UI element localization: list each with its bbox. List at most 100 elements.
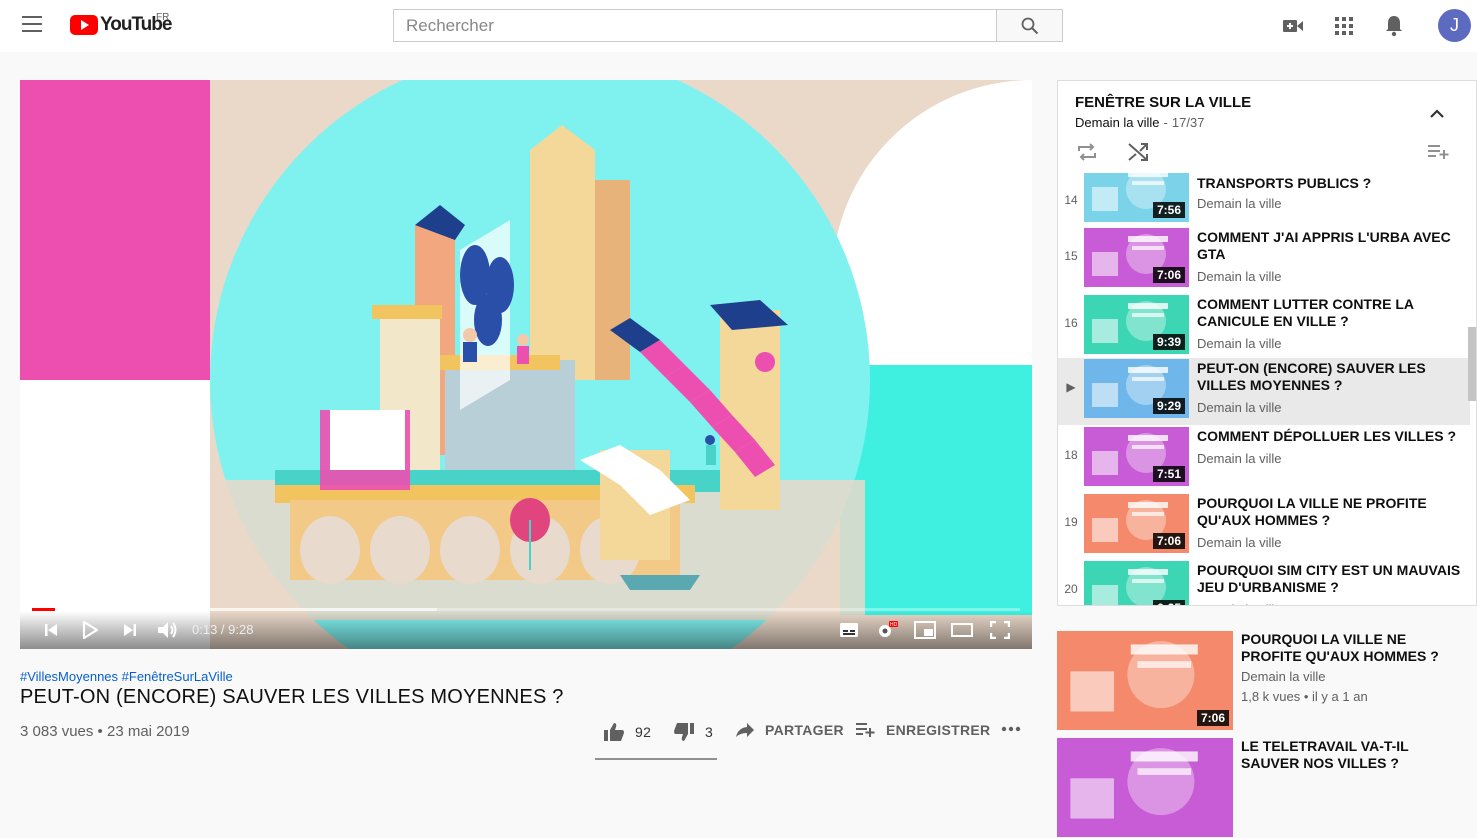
playlist-item-title[interactable]: COMMENT J'AI APPRIS L'URBA AVEC GTA xyxy=(1197,229,1462,263)
sentiment-bar xyxy=(595,758,717,760)
apps-grid-icon[interactable] xyxy=(1332,14,1356,38)
fullscreen-icon[interactable] xyxy=(988,619,1012,641)
playlist-item-duration: 6:25 xyxy=(1152,600,1185,605)
search-icon xyxy=(1021,17,1038,34)
shuffle-icon[interactable] xyxy=(1126,140,1150,164)
playlist-item-thumbnail[interactable]: 9:29 xyxy=(1084,359,1189,418)
related-video[interactable]: LE TELETRAVAIL VA-T-IL SAUVER NOS VILLES… xyxy=(1057,738,1477,838)
related-video[interactable]: 7:06 POURQUOI LA VILLE NE PROFITE QU'AUX … xyxy=(1057,631,1477,731)
theater-mode-icon[interactable] xyxy=(950,619,974,641)
playlist-item-duration: 7:06 xyxy=(1152,533,1185,549)
playlist-item-title[interactable]: COMMENT LUTTER CONTRE LA CANICULE EN VIL… xyxy=(1197,296,1462,330)
subtitles-icon[interactable] xyxy=(837,619,861,641)
like-button[interactable]: 92 xyxy=(603,722,651,742)
thumbs-up-icon xyxy=(604,723,624,741)
notifications-bell-icon[interactable] xyxy=(1382,14,1406,38)
related-video-title[interactable]: LE TELETRAVAIL VA-T-IL SAUVER NOS VILLES… xyxy=(1241,738,1466,772)
share-arrow-icon xyxy=(736,723,754,737)
view-count-date: 3 083 vues • 23 mai 2019 xyxy=(20,723,190,740)
playlist-item-thumbnail[interactable]: 7:06 xyxy=(1084,494,1189,553)
menu-icon[interactable] xyxy=(22,16,42,32)
playlist-item-duration: 7:56 xyxy=(1152,202,1185,218)
more-actions-icon[interactable] xyxy=(1001,726,1021,732)
playlist-item-duration: 9:39 xyxy=(1152,334,1185,350)
playlist-item-index: 16 xyxy=(1064,316,1078,330)
collapse-chevron-icon[interactable] xyxy=(1425,101,1449,125)
volume-icon[interactable] xyxy=(156,619,180,641)
playlist-subtitle: Demain la ville -17/37 xyxy=(1075,115,1204,130)
playlist-item-channel: Demain la ville xyxy=(1197,535,1282,550)
related-video-channel[interactable]: Demain la ville xyxy=(1241,669,1326,684)
previous-icon[interactable] xyxy=(39,619,63,641)
playlist-item-title[interactable]: TRANSPORTS PUBLICS ? xyxy=(1197,175,1462,192)
related-video-meta: 1,8 k vues • il y a 1 an xyxy=(1241,689,1368,704)
playlist-item-channel: Demain la ville xyxy=(1197,400,1282,415)
thumbs-down-icon xyxy=(674,723,694,741)
playlist-item[interactable]: ▶ 9:29 PEUT-ON (ENCORE) SAUVER LES VILLES … xyxy=(1058,358,1470,425)
playlist-item-index: 20 xyxy=(1064,582,1078,596)
playlist-item-duration: 9:29 xyxy=(1152,398,1185,414)
svg-text:HD: HD xyxy=(890,622,898,628)
playlist-separator: - xyxy=(1163,115,1168,130)
playlist-item[interactable]: 18 7:51 COMMENT DÉPOLLUER LES VILLES ? Dema… xyxy=(1058,426,1470,493)
search-input[interactable]: Rechercher xyxy=(393,9,996,42)
playlist-item-index: ▶ xyxy=(1066,380,1076,394)
playlist-header: FENÊTRE SUR LA VILLE Demain la ville -17/… xyxy=(1058,81,1476,173)
playlist-item-index: 14 xyxy=(1064,193,1078,207)
playlist-item-channel: Demain la ville xyxy=(1197,196,1282,211)
related-video-thumbnail[interactable] xyxy=(1057,738,1233,837)
playlist-position: 17/37 xyxy=(1171,115,1205,130)
playlist-scrollbar[interactable] xyxy=(1468,327,1476,401)
video-player[interactable]: 0:13 / 9:28 HD xyxy=(20,80,1032,649)
playlist-item-title[interactable]: POURQUOI SIM CITY EST UN MAUVAIS JEU D'U… xyxy=(1197,562,1462,596)
related-video-thumbnail[interactable]: 7:06 xyxy=(1057,631,1233,730)
time-display: 0:13 / 9:28 xyxy=(192,622,254,637)
playlist-item-title[interactable]: COMMENT DÉPOLLUER LES VILLES ? xyxy=(1197,428,1462,445)
playlist-item-title[interactable]: PEUT-ON (ENCORE) SAUVER LES VILLES MOYEN… xyxy=(1197,360,1462,394)
playlist-item-channel: Demain la ville xyxy=(1197,269,1282,284)
playlist-item[interactable]: 19 7:06 POURQUOI LA VILLE NE PROFITE QU'AU… xyxy=(1058,493,1470,560)
playlist-item[interactable]: 15 7:06 COMMENT J'AI APPRIS L'URBA AVEC GT… xyxy=(1058,227,1470,294)
playlist-item-thumbnail[interactable]: 9:39 xyxy=(1084,295,1189,354)
playlist-save-icon[interactable] xyxy=(1427,140,1451,164)
playlist-channel[interactable]: Demain la ville xyxy=(1075,115,1160,130)
play-icon[interactable] xyxy=(78,619,102,641)
video-frame-illustration xyxy=(20,80,1032,649)
settings-gear-icon[interactable]: HD xyxy=(875,619,899,641)
playlist-title[interactable]: FENÊTRE SUR LA VILLE xyxy=(1075,94,1251,111)
playlist-item-title[interactable]: POURQUOI LA VILLE NE PROFITE QU'AUX HOMM… xyxy=(1197,495,1462,529)
playlist-panel: 14 7:56 TRANSPORTS PUBLICS ? Demain la vill… xyxy=(1057,80,1477,606)
search-button[interactable] xyxy=(996,9,1063,42)
region-code: FR xyxy=(156,12,170,23)
miniplayer-icon[interactable] xyxy=(913,619,937,641)
playlist-add-icon xyxy=(856,723,875,737)
playlist-item-thumbnail[interactable]: 7:51 xyxy=(1084,427,1189,486)
like-count: 92 xyxy=(635,724,652,740)
dislike-count: 3 xyxy=(705,724,714,740)
playlist-item-channel: Demain la ville xyxy=(1197,602,1282,605)
share-button[interactable]: PARTAGER xyxy=(735,722,844,738)
playlist-item-index: 18 xyxy=(1064,448,1078,462)
playlist-item-index: 15 xyxy=(1064,249,1078,263)
playlist-item-channel: Demain la ville xyxy=(1197,451,1282,466)
playlist-item[interactable]: 16 9:39 COMMENT LUTTER CONTRE LA CANICULE … xyxy=(1058,294,1470,361)
share-label: PARTAGER xyxy=(765,722,844,738)
loop-icon[interactable] xyxy=(1075,140,1099,164)
create-video-icon[interactable] xyxy=(1281,14,1305,38)
avatar[interactable]: J xyxy=(1438,9,1471,42)
playlist-item-duration: 7:06 xyxy=(1152,267,1185,283)
related-video-title[interactable]: POURQUOI LA VILLE NE PROFITE QU'AUX HOMM… xyxy=(1241,631,1466,665)
related-video-duration: 7:06 xyxy=(1196,710,1229,726)
dislike-button[interactable]: 3 xyxy=(673,722,713,742)
next-icon[interactable] xyxy=(118,619,142,641)
video-title: PEUT-ON (ENCORE) SAUVER LES VILLES MOYEN… xyxy=(20,686,564,708)
playlist-item-thumbnail[interactable]: 7:06 xyxy=(1084,228,1189,287)
save-label: ENREGISTRER xyxy=(886,722,991,738)
hashtags-link[interactable]: #VillesMoyennes #FenêtreSurLaVille xyxy=(20,669,233,684)
save-button[interactable]: ENREGISTRER xyxy=(856,722,990,738)
playlist-item-thumbnail[interactable]: 6:25 xyxy=(1084,561,1189,605)
playlist-item-channel: Demain la ville xyxy=(1197,336,1282,351)
top-bar: YouTube FR Rechercher J xyxy=(0,0,1477,52)
playlist-item[interactable]: 20 6:25 POURQUOI SIM CITY EST UN MAUVAIS J… xyxy=(1058,560,1470,605)
playlist-item-index: 19 xyxy=(1064,515,1078,529)
